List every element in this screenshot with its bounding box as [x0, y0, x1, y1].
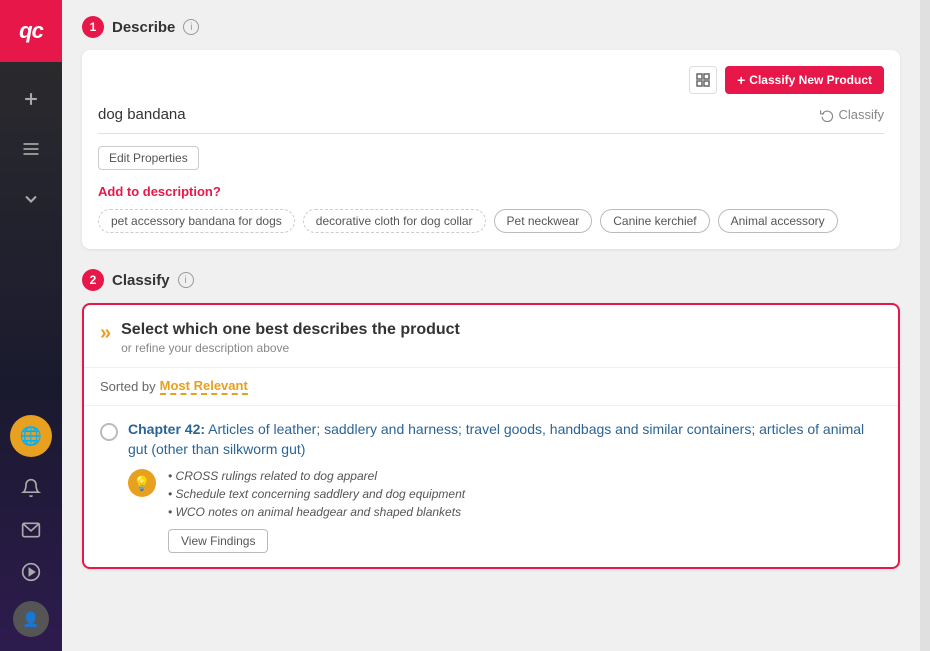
classify-section: 2 Classify i » Select which one best des… [82, 269, 900, 569]
app-logo[interactable]: qc [0, 0, 62, 62]
scrollbar-track[interactable] [920, 0, 930, 651]
user-avatar[interactable]: 👤 [13, 601, 49, 637]
describe-header: 1 Describe i [82, 16, 900, 38]
step-2-badge: 2 [82, 269, 104, 291]
describe-info-icon[interactable]: i [183, 19, 199, 35]
describe-toolbar: + Classify New Product [98, 66, 884, 94]
tag-animal-accessory[interactable]: Animal accessory [718, 209, 838, 233]
grid-view-icon[interactable] [689, 66, 717, 94]
chapter-description: Articles of leather; saddlery and harnes… [128, 421, 864, 457]
classify-title: Classify [112, 272, 170, 289]
product-input-row: Classify [98, 106, 884, 134]
describe-card: + Classify New Product Classify Edit Pro… [82, 50, 900, 249]
tag-decorative-cloth[interactable]: decorative cloth for dog collar [303, 209, 486, 233]
edit-properties-button[interactable]: Edit Properties [98, 146, 199, 170]
findings-bulb-icon: 💡 [128, 469, 156, 497]
chapter-radio-button[interactable] [100, 423, 118, 441]
sidebar-nav [0, 78, 62, 220]
classify-info-icon[interactable]: i [178, 272, 194, 288]
tags-row: pet accessory bandana for dogs decorativ… [98, 209, 884, 233]
view-findings-button[interactable]: View Findings [168, 529, 268, 553]
findings-content: CROSS rulings related to dog apparel Sch… [168, 469, 465, 553]
findings-section: 💡 CROSS rulings related to dog apparel S… [100, 469, 882, 553]
finding-item-2: Schedule text concerning saddlery and do… [168, 487, 465, 501]
plus-icon: + [737, 72, 745, 88]
classify-prompt-main: Select which one best describes the prod… [121, 321, 460, 339]
tag-pet-accessory[interactable]: pet accessory bandana for dogs [98, 209, 295, 233]
classify-link[interactable]: Classify [820, 107, 884, 122]
chevron-double-icon: » [100, 322, 111, 345]
add-description-label: Add to description? [98, 184, 884, 199]
classify-header: 2 Classify i [82, 269, 900, 291]
sidebar-item-add[interactable] [10, 78, 52, 120]
sidebar-item-list[interactable] [10, 128, 52, 170]
tag-pet-neckwear[interactable]: Pet neckwear [494, 209, 593, 233]
step-1-badge: 1 [82, 16, 104, 38]
describe-title: Describe [112, 19, 175, 36]
sidebar-item-mail[interactable] [10, 509, 52, 551]
classify-prompt-area: » Select which one best describes the pr… [84, 305, 898, 368]
finding-item-3: WCO notes on animal headgear and shaped … [168, 505, 465, 519]
findings-list: CROSS rulings related to dog apparel Sch… [168, 469, 465, 519]
sidebar-item-play[interactable] [10, 551, 52, 593]
product-input[interactable] [98, 106, 820, 123]
classify-prompt: » Select which one best describes the pr… [100, 321, 882, 355]
sort-bar: Sorted by Most Relevant [84, 368, 898, 406]
sort-most-relevant-link[interactable]: Most Relevant [160, 378, 248, 395]
sidebar-item-dropdown[interactable] [10, 178, 52, 220]
classify-prompt-sub: or refine your description above [121, 341, 460, 355]
main-content: 1 Describe i + Classify New Product [62, 0, 920, 651]
chapter-title-bold: Chapter 42: [128, 421, 205, 437]
classify-prompt-texts: Select which one best describes the prod… [121, 321, 460, 355]
tag-canine-kerchief[interactable]: Canine kerchief [600, 209, 709, 233]
sidebar-item-bell[interactable] [10, 467, 52, 509]
chapter-result: Chapter 42: Articles of leather; saddler… [84, 406, 898, 567]
classify-card: » Select which one best describes the pr… [82, 303, 900, 569]
classify-new-product-button[interactable]: + Classify New Product [725, 66, 884, 94]
sidebar-globe-icon[interactable]: 🌐 [10, 415, 52, 457]
chapter-row: Chapter 42: Articles of leather; saddler… [100, 420, 882, 459]
finding-item-1: CROSS rulings related to dog apparel [168, 469, 465, 483]
chapter-title-text: Chapter 42: Articles of leather; saddler… [128, 420, 882, 459]
sidebar: qc 🌐 👤 [0, 0, 62, 651]
